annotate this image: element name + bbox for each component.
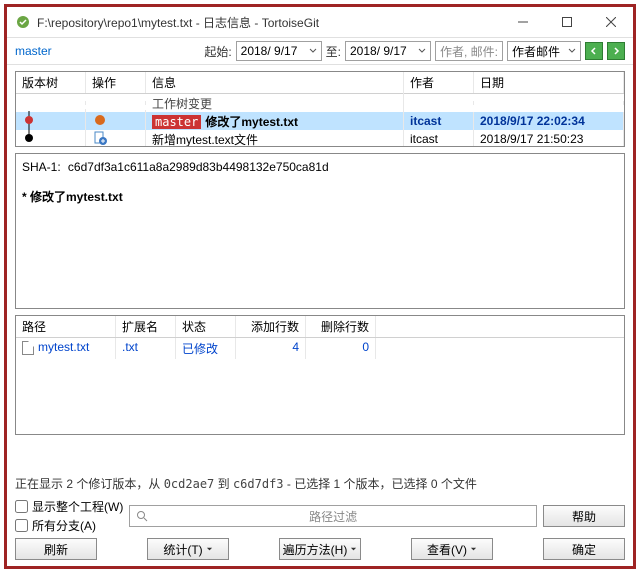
chevron-down-icon [418,47,426,55]
app-icon [15,14,31,30]
nav-next-button[interactable] [607,42,625,60]
view-button[interactable]: 查看(V) [411,538,493,560]
help-button[interactable]: 帮助 [543,505,625,527]
minimize-button[interactable] [501,7,545,37]
search-icon [136,510,148,522]
dropdown-icon [350,546,357,553]
commit-message: * 修改了mytest.txt [22,190,123,204]
revision-header: 版本树 操作 信息 作者 日期 [16,72,624,94]
col-info[interactable]: 信息 [146,72,404,93]
to-date-picker[interactable]: 2018/ 9/17 [345,41,431,61]
ok-button[interactable]: 确定 [543,538,625,560]
titlebar: F:\repository\repo1\mytest.txt - 日志信息 - … [7,7,633,37]
show-whole-project-checkbox[interactable]: 显示整个工程(W) [15,498,123,515]
revision-list[interactable]: 版本树 操作 信息 作者 日期 工作树变更 master修改了mytest.tx… [15,71,625,147]
to-label: 至: [326,43,341,60]
toolbar: master 起始: 2018/ 9/17 至: 2018/ 9/17 作者, … [7,37,633,65]
status-line: 正在显示 2 个修订版本，从 0cd2ae7 到 c6d7df3 - 已选择 1… [15,475,625,492]
added-icon [92,130,108,146]
col-tree[interactable]: 版本树 [16,72,86,93]
dropdown-icon [470,546,477,553]
window-title: F:\repository\repo1\mytest.txt - 日志信息 - … [37,14,501,31]
from-date-picker[interactable]: 2018/ 9/17 [236,41,322,61]
filter-select[interactable]: 作者邮件 [507,41,581,61]
commit-detail[interactable]: SHA-1: c6d7df3a1c611a8a2989d83b4498132e7… [15,153,625,309]
refresh-button[interactable]: 刷新 [15,538,97,560]
chevron-down-icon [309,47,317,55]
search-input[interactable]: 作者, 邮件: [435,41,503,61]
path-filter-input[interactable]: 路径过滤 [129,505,537,527]
window-frame: F:\repository\repo1\mytest.txt - 日志信息 - … [4,4,636,569]
modified-icon [92,112,108,128]
maximize-button[interactable] [545,7,589,37]
file-icon [22,341,34,355]
revision-row[interactable]: 新增mytest.text文件 itcast 2018/9/17 21:50:2… [16,130,624,147]
branch-link[interactable]: master [15,44,52,58]
sha-value: c6d7df3a1c611a8a2989d83b4498132e750ca81d [68,160,329,174]
file-header: 路径 扩展名 状态 添加行数 删除行数 [16,316,624,338]
close-button[interactable] [589,7,633,37]
from-label: 起始: [204,43,231,60]
walk-method-button[interactable]: 遍历方法(H) [279,538,361,560]
chevron-down-icon [568,47,576,55]
col-op[interactable]: 操作 [86,72,146,93]
file-row[interactable]: mytest.txt .txt 已修改 4 0 [16,338,624,359]
file-list[interactable]: 路径 扩展名 状态 添加行数 删除行数 mytest.txt .txt 已修改 … [15,315,625,435]
dropdown-icon [206,546,213,553]
graph-node-icon [22,129,36,147]
col-date[interactable]: 日期 [474,72,624,93]
col-author[interactable]: 作者 [404,72,474,93]
sha-label: SHA-1: [22,160,61,174]
branch-tag: master [152,115,201,129]
nav-prev-button[interactable] [585,42,603,60]
stats-button[interactable]: 统计(T) [147,538,229,560]
all-branches-checkbox[interactable]: 所有分支(A) [15,517,123,534]
